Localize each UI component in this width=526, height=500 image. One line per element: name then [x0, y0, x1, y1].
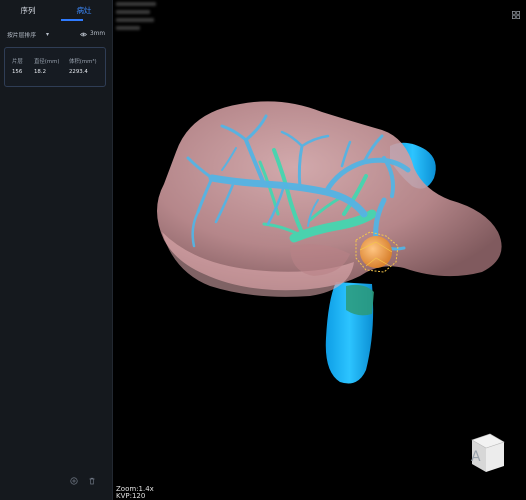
- sidebar: 序列 病灶 按片层排序 ▾ 3mm 片层 直径(mm) 体积(mm³) 156 …: [0, 0, 113, 500]
- volume-value: 2293.4: [69, 69, 88, 75]
- viewport-info: Zoom:1.4x KVP:120: [116, 486, 154, 500]
- thickness-label: 3mm: [90, 31, 105, 37]
- chevron-down-icon: ▾: [46, 30, 50, 38]
- lesion-card[interactable]: 片层 直径(mm) 体积(mm³) 156 18.2 2293.4: [4, 47, 106, 87]
- thickness-toggle[interactable]: 3mm: [80, 31, 105, 37]
- active-tab-indicator: [61, 19, 83, 21]
- lesion-toolbar: 按片层排序 ▾ 3mm: [0, 26, 112, 42]
- add-icon[interactable]: [70, 477, 78, 485]
- orientation-cube[interactable]: A: [468, 432, 506, 474]
- sort-dropdown[interactable]: 按片层排序 ▾: [7, 30, 49, 39]
- sidebar-tabs: 序列 病灶: [0, 0, 112, 24]
- tab-series[interactable]: 序列: [0, 0, 56, 24]
- 3d-viewport[interactable]: A Zoom:1.4x KVP:120: [114, 0, 526, 500]
- delete-icon[interactable]: [88, 477, 96, 485]
- column-header-slice: 片层: [12, 59, 23, 65]
- diameter-value: 18.2: [34, 69, 47, 75]
- liver-3d-render: [157, 101, 502, 384]
- kvp-label: KVP:120: [116, 492, 146, 500]
- column-header-diameter: 直径(mm): [34, 59, 60, 65]
- column-header-volume: 体积(mm³): [69, 59, 97, 65]
- lesion-actions: [70, 477, 96, 485]
- sort-dropdown-label: 按片层排序: [7, 32, 36, 39]
- slice-value: 156: [12, 69, 23, 75]
- orientation-cube-label: A: [471, 449, 481, 465]
- eye-icon: [80, 32, 88, 36]
